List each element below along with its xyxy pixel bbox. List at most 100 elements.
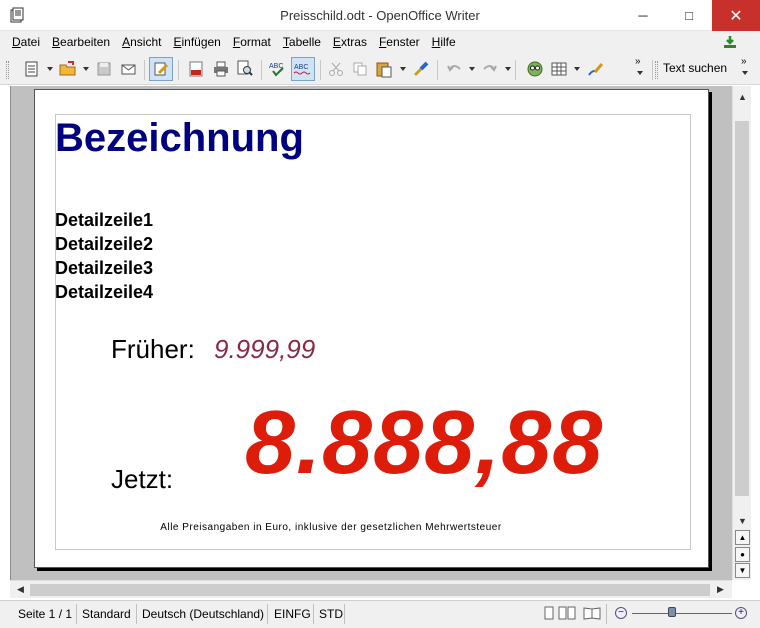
toolbar-separator	[144, 60, 145, 80]
toolbar-grip[interactable]	[6, 61, 9, 79]
status-separator	[267, 604, 268, 624]
detail-line-1[interactable]: Detailzeile1	[55, 208, 153, 232]
next-page-button[interactable]: ▼	[735, 563, 750, 578]
horizontal-scroll-thumb[interactable]	[30, 584, 710, 596]
maximize-button[interactable]: □	[666, 0, 712, 31]
new-price-value[interactable]: 8.888,88	[245, 392, 603, 495]
status-separator	[76, 604, 77, 624]
new-dropdown-arrow[interactable]	[47, 67, 53, 71]
draw-icon[interactable]	[584, 57, 608, 81]
edit-mode-icon[interactable]	[149, 57, 173, 81]
insert-mode[interactable]: EINFG	[274, 605, 311, 623]
undo-dropdown-arrow[interactable]	[469, 67, 475, 71]
menu-bearbeiten[interactable]: Bearbeiten	[46, 35, 116, 49]
scroll-left-button[interactable]: ◀	[12, 581, 29, 598]
zoom-slider-handle[interactable]	[668, 607, 676, 617]
title-bar: Preisschild.odt - OpenOffice Writer ─ □ …	[0, 0, 760, 31]
new-price-label[interactable]: Jetzt:	[111, 464, 173, 495]
paste-icon[interactable]	[372, 57, 396, 81]
find-toolbar-overflow-arrow[interactable]	[742, 71, 748, 75]
toolbar-overflow-button[interactable]: »	[635, 56, 641, 67]
zoom-slider-track[interactable]	[632, 613, 732, 614]
menu-extras[interactable]: Extras	[327, 35, 373, 49]
download-update-icon[interactable]	[722, 34, 738, 53]
menu-tabelle-label: abelle	[288, 35, 321, 49]
page-style[interactable]: Standard	[82, 605, 131, 623]
vertical-scrollbar[interactable]: ▲ ▼ ▲ ● ▼	[732, 86, 751, 580]
copy-icon[interactable]	[348, 57, 372, 81]
menu-ansicht[interactable]: Ansicht	[116, 35, 167, 49]
table-icon[interactable]	[547, 57, 571, 81]
autospellcheck-icon[interactable]: ABC	[291, 57, 315, 81]
scroll-down-button[interactable]: ▼	[734, 512, 751, 529]
status-separator	[136, 604, 137, 624]
find-toolbar-overflow-button[interactable]: »	[741, 56, 747, 67]
paste-dropdown-arrow[interactable]	[400, 67, 406, 71]
navigator-icon[interactable]	[523, 57, 547, 81]
price-footnote[interactable]: Alle Preisangaben in Euro, inklusive der…	[11, 522, 715, 533]
product-name-heading[interactable]: Bezeichnung	[55, 116, 304, 161]
menu-datei-key: D	[12, 35, 21, 49]
menu-extras-label: xtras	[340, 35, 367, 49]
minimize-button[interactable]: ─	[620, 0, 666, 31]
navigation-button[interactable]: ●	[735, 547, 750, 562]
spellcheck-icon[interactable]: ABC	[266, 57, 290, 81]
menu-ansicht-label: nsicht	[130, 35, 162, 49]
print-icon[interactable]	[209, 57, 233, 81]
horizontal-scrollbar[interactable]: ◀ ▶	[10, 580, 732, 598]
print-preview-icon[interactable]	[233, 57, 257, 81]
language-indicator[interactable]: Deutsch (Deutschland)	[142, 605, 264, 623]
zoom-out-button[interactable]: −	[615, 607, 627, 619]
new-icon[interactable]	[20, 57, 44, 81]
selection-mode[interactable]: STD	[319, 605, 343, 623]
menu-datei[interactable]: Datei	[6, 35, 46, 49]
menu-fenster[interactable]: Fenster	[373, 35, 426, 49]
undo-icon[interactable]	[442, 57, 466, 81]
save-icon[interactable]	[92, 57, 116, 81]
menu-format-label: ormat	[240, 35, 271, 49]
clone-format-icon[interactable]	[409, 57, 433, 81]
vertical-scroll-thumb[interactable]	[735, 121, 749, 496]
scroll-right-button[interactable]: ▶	[712, 581, 729, 598]
find-text-label[interactable]: Text suchen	[663, 61, 727, 75]
table-dropdown-arrow[interactable]	[574, 67, 580, 71]
redo-icon[interactable]	[478, 57, 502, 81]
open-icon[interactable]	[56, 57, 80, 81]
status-separator	[313, 604, 314, 624]
old-price-label[interactable]: Früher:	[111, 334, 195, 365]
menu-tabelle[interactable]: Tabelle	[277, 35, 327, 49]
toolbar-separator	[178, 60, 179, 80]
detail-line-2[interactable]: Detailzeile2	[55, 232, 153, 256]
redo-dropdown-arrow[interactable]	[505, 67, 511, 71]
menu-bearbeiten-key: B	[52, 35, 61, 49]
cut-icon[interactable]	[324, 57, 348, 81]
scroll-up-button[interactable]: ▲	[734, 88, 751, 105]
menu-format[interactable]: Format	[227, 35, 277, 49]
pdf-icon[interactable]	[184, 57, 208, 81]
status-separator	[344, 604, 345, 624]
find-toolbar-grip[interactable]	[655, 61, 658, 79]
status-bar: Seite 1 / 1 Standard Deutsch (Deutschlan…	[0, 600, 760, 628]
detail-lines: Detailzeile1 Detailzeile2 Detailzeile3 D…	[55, 208, 153, 304]
email-icon[interactable]	[117, 57, 141, 81]
toolbar-overflow-arrow[interactable]	[637, 71, 643, 75]
old-price-value[interactable]: 9.999,99	[214, 334, 315, 365]
zoom-in-button[interactable]: +	[735, 607, 747, 619]
page-indicator[interactable]: Seite 1 / 1	[18, 605, 72, 623]
close-button[interactable]: ✕	[712, 0, 760, 31]
menu-hilfe-label: ilfe	[440, 35, 456, 49]
single-page-view-icon[interactable]	[543, 606, 555, 623]
menu-einfuegen[interactable]: Einfügen	[167, 35, 226, 49]
menu-hilfe[interactable]: Hilfe	[426, 35, 462, 49]
multi-page-view-icon[interactable]	[558, 606, 576, 623]
previous-page-button[interactable]: ▲	[735, 530, 750, 545]
document-workspace: Bezeichnung Detailzeile1 Detailzeile2 De…	[10, 86, 732, 580]
menu-einfuegen-label: infügen	[181, 35, 221, 49]
book-view-icon[interactable]	[583, 606, 601, 623]
menu-fenster-label: enster	[386, 35, 420, 49]
document-page[interactable]: Bezeichnung Detailzeile1 Detailzeile2 De…	[34, 89, 709, 568]
toolbar-separator	[261, 60, 262, 80]
detail-line-4[interactable]: Detailzeile4	[55, 280, 153, 304]
detail-line-3[interactable]: Detailzeile3	[55, 256, 153, 280]
open-dropdown-arrow[interactable]	[83, 67, 89, 71]
